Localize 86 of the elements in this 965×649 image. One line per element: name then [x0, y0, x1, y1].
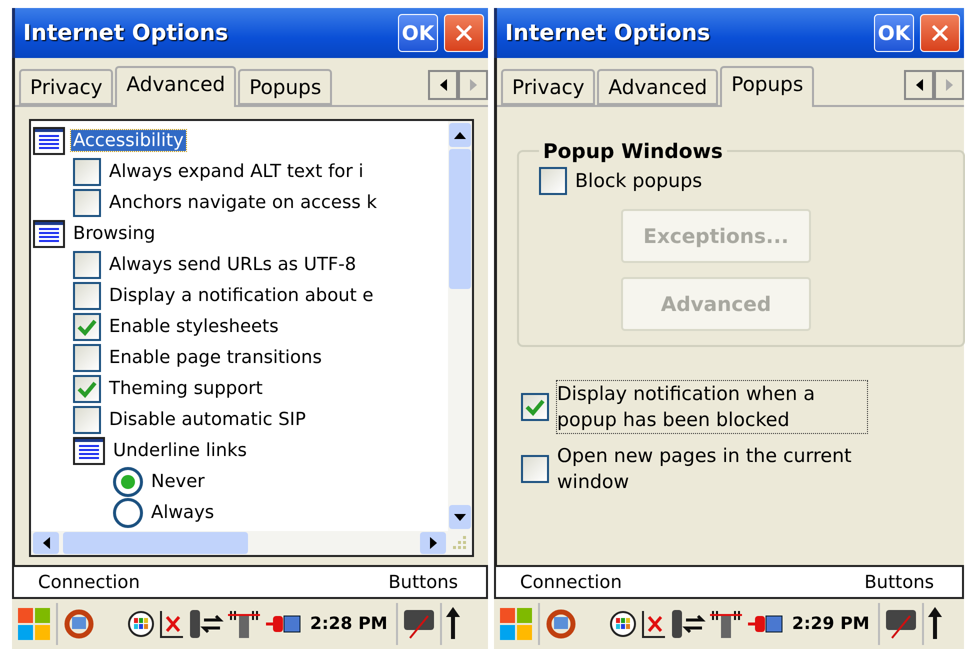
vertical-scrollbar[interactable]	[448, 121, 472, 531]
option-label: Display notification when a popup has been blocked	[557, 381, 867, 433]
option-label: Open new pages in the current window	[557, 444, 853, 495]
close-button[interactable]	[444, 14, 484, 52]
option-label: Enable stylesheets	[108, 316, 280, 337]
no-signal-icon[interactable]	[640, 609, 666, 639]
tab[interactable]: Privacy	[501, 69, 596, 105]
checkbox[interactable]	[73, 312, 101, 340]
tree-group-label[interactable]: Underline links	[111, 440, 249, 461]
list-window-icon	[73, 436, 105, 464]
tab-label[interactable]: Buttons	[864, 572, 934, 592]
down-arrow-icon	[454, 514, 466, 520]
grip-dots-icon	[453, 536, 467, 550]
clock: 2:29 PM	[792, 614, 870, 634]
window-title: Internet Options	[505, 20, 712, 46]
checkbox[interactable]	[73, 158, 101, 186]
tab-label[interactable]: Buttons	[388, 572, 458, 592]
tree-group-label[interactable]: Browsing	[71, 223, 158, 244]
checkbox[interactable]	[73, 282, 101, 310]
tab[interactable]: Advanced	[597, 69, 718, 105]
ok-button[interactable]: OK	[398, 14, 438, 52]
scroll-left-button[interactable]	[428, 70, 458, 100]
checkbox[interactable]	[73, 250, 101, 278]
tab-label[interactable]: Connection	[38, 572, 140, 592]
option-label: Theming support	[108, 378, 264, 399]
option-label: Enable page transitions	[108, 347, 323, 368]
left-arrow-icon	[916, 78, 922, 90]
windows-flag-icon[interactable]	[498, 606, 534, 642]
group-title: Popup Windows	[542, 139, 724, 163]
checkbox[interactable]	[521, 455, 549, 483]
tab-label[interactable]: Connection	[520, 572, 622, 592]
scanner-icon[interactable]	[710, 608, 742, 640]
checkbox[interactable]	[73, 344, 101, 372]
sync-icon[interactable]	[62, 607, 96, 641]
option-label: Never	[150, 471, 206, 492]
left-arrow-icon	[42, 537, 50, 549]
horizontal-scrollbar[interactable]	[31, 531, 448, 555]
ok-button[interactable]: OK	[874, 14, 914, 52]
checkbox[interactable]	[73, 406, 101, 434]
clock: 2:28 PM	[310, 614, 388, 634]
color-grid-icon[interactable]	[610, 611, 636, 637]
device-sync-icon[interactable]	[670, 608, 706, 640]
close-icon	[454, 23, 474, 43]
checkbox[interactable]	[73, 188, 101, 216]
checkbox[interactable]	[539, 167, 567, 195]
device-sync-icon[interactable]	[188, 608, 224, 640]
close-icon	[930, 23, 950, 43]
list-window-icon	[33, 126, 65, 154]
tree-group-label[interactable]: Accessibility	[71, 130, 186, 151]
scanner-icon[interactable]	[228, 608, 260, 640]
option-label: Anchors navigate on access k	[108, 192, 378, 213]
checkmark-icon	[77, 380, 97, 398]
checkbox[interactable]	[521, 393, 549, 421]
option-label: Block popups	[575, 169, 702, 194]
radio-button[interactable]	[113, 466, 143, 496]
option-label: Always send URLs as UTF-8	[108, 254, 358, 275]
tab[interactable]: Advanced	[115, 66, 236, 107]
windows-flag-icon[interactable]	[16, 606, 52, 642]
option-label: Always	[150, 502, 216, 523]
right-arrow-icon	[470, 78, 476, 90]
close-button[interactable]	[920, 14, 960, 52]
tab[interactable]: Privacy	[19, 69, 114, 105]
checkbox[interactable]	[73, 374, 101, 402]
option-label: Display a notification about e	[108, 285, 374, 306]
tab[interactable]: Popups	[238, 69, 332, 105]
window-title: Internet Options	[23, 20, 230, 46]
up-arrow-icon[interactable]	[928, 607, 942, 641]
keyboard-icon[interactable]	[402, 608, 436, 640]
tab[interactable]: Popups	[720, 66, 814, 107]
no-signal-icon[interactable]	[158, 609, 184, 639]
resize-grip[interactable]	[448, 531, 472, 555]
up-arrow-icon	[454, 132, 466, 138]
scroll-left-button[interactable]	[904, 70, 934, 100]
option-label: Always expand ALT text for i	[108, 161, 365, 182]
right-arrow-icon	[946, 78, 952, 90]
checkmark-icon	[525, 398, 545, 416]
up-arrow-icon[interactable]	[446, 607, 460, 641]
checkmark-icon	[77, 318, 97, 336]
keyboard-icon[interactable]	[884, 608, 918, 640]
left-arrow-icon	[440, 78, 446, 90]
radio-button[interactable]	[113, 498, 143, 528]
sync-icon[interactable]	[544, 607, 578, 641]
right-arrow-icon	[430, 537, 436, 549]
option-label: Disable automatic SIP	[108, 409, 307, 430]
list-window-icon	[33, 220, 65, 248]
color-grid-icon[interactable]	[128, 611, 154, 637]
